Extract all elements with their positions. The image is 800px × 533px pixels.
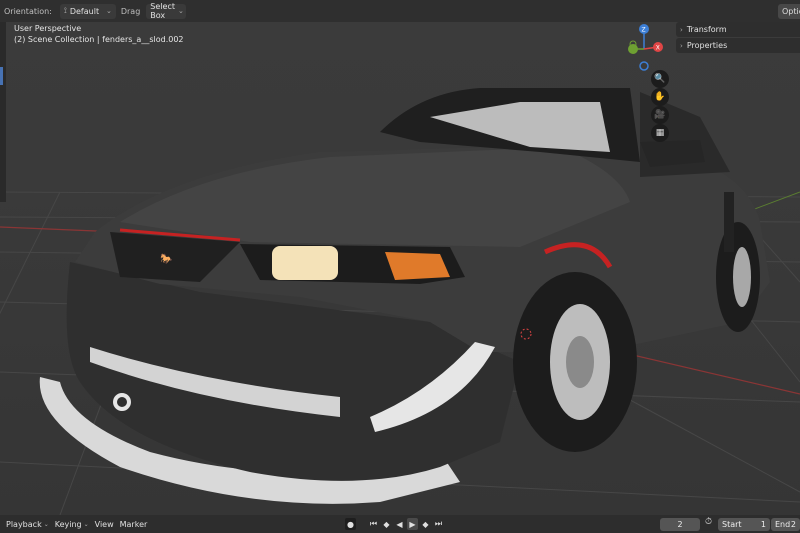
drag-label: Drag [120,6,141,16]
grid-icon[interactable]: ▦ [651,124,669,142]
chevron-down-icon: ⌄ [43,520,49,528]
jump-start-icon[interactable]: ⏮ [368,518,379,530]
chevron-down-icon: ⌄ [105,7,112,15]
camera-icon[interactable]: 🎥 [651,106,669,124]
drag-value: Select Box [150,2,175,20]
chevron-right-icon: › [680,25,683,34]
chevron-down-icon: ⌄ [83,520,89,528]
start-frame-field[interactable]: Start 1 [718,518,770,531]
prev-keyframe-icon[interactable]: ◆ [381,518,392,530]
svg-text:Z: Z [642,27,646,34]
playback-menu[interactable]: Playback ⌄ [6,520,49,529]
rear-rim [733,247,751,307]
hand-icon[interactable]: ✋ [651,88,669,106]
timeline-header: Playback ⌄ Keying ⌄ View Marker ● ⏮ ◆ ◀ ▶ … [0,515,800,533]
car-model[interactable]: 🐎 [0,22,800,515]
pony-emblem: 🐎 [160,253,173,265]
svg-text:X: X [656,44,660,51]
chevron-down-icon: ⌄ [177,7,184,15]
properties-panel-header[interactable]: › Properties [676,38,800,53]
sidebar-panel: › Transform › Properties [676,22,800,56]
end-frame-field[interactable]: End 2 [771,518,800,531]
current-frame-field[interactable]: 2 [660,518,700,531]
viewport-header: Orientation: ⟟ Default ⌄ Drag Select Box… [0,0,800,22]
next-keyframe-icon[interactable]: ◆ [420,518,431,530]
zoom-icon[interactable]: 🔍 [651,70,669,88]
headlight-lamp [272,246,338,280]
transform-panel-header[interactable]: › Transform [676,22,800,37]
playback-controls: ● ⏮ ◆ ◀ ▶ ◆ ⏭ [345,518,444,530]
properties-label: Properties [686,41,728,50]
keying-menu[interactable]: Keying ⌄ [55,520,89,529]
orientation-label: Orientation: [4,6,52,16]
marker-menu[interactable]: Marker [120,520,148,529]
navigation-gizmo[interactable]: Z X [620,22,670,72]
side-scoop [724,192,734,252]
neg-z-handle [639,61,649,71]
jump-end-icon[interactable]: ⏭ [433,518,444,530]
play-icon[interactable]: ▶ [407,518,418,530]
stopwatch-icon[interactable]: ⏱ [705,517,712,527]
drag-dropdown[interactable]: Select Box ⌄ [146,2,187,20]
turn-signal [385,252,450,280]
orientation-dropdown[interactable]: ⟟ Default ⌄ [59,3,116,19]
chevron-right-icon: › [680,41,683,50]
3d-viewport[interactable]: User Perspective (2) Scene Collection | … [0,22,800,515]
options-button[interactable]: Options [778,4,800,19]
y-axis-handle [628,44,638,54]
transform-label: Transform [686,25,727,34]
view-menu[interactable]: View [95,520,114,529]
hood [120,147,630,247]
play-reverse-icon[interactable]: ◀ [394,518,405,530]
record-icon[interactable]: ● [345,518,356,530]
orientation-icon: ⟟ [63,6,67,15]
orientation-value: Default [69,6,100,16]
